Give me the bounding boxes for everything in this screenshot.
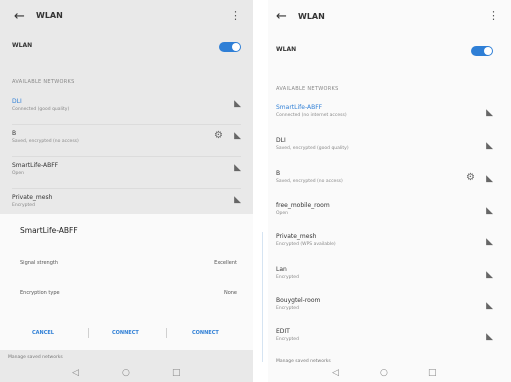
wifi-signal-icon: ◣: [486, 108, 493, 118]
button-separator: [166, 328, 167, 338]
network-name: Lan: [276, 266, 287, 273]
network-status: Open: [12, 171, 25, 176]
section-label: AVAILABLE NETWORKS: [12, 79, 75, 85]
gear-icon[interactable]: ⚙: [466, 172, 475, 183]
nav-home-icon[interactable]: ○: [122, 368, 130, 378]
network-item[interactable]: Bouygtel-room Encrypted ◣: [268, 297, 511, 321]
wifi-signal-icon: ◣: [486, 141, 493, 151]
wifi-signal-icon: ◣: [486, 206, 493, 216]
network-name: Bouygtel-room: [276, 297, 321, 304]
network-status: Encrypted: [12, 203, 35, 208]
network-status: Encrypted: [276, 275, 299, 280]
wifi-signal-icon: ◣: [486, 301, 493, 311]
network-name: SmartLife-ABFF: [12, 162, 59, 169]
signal-strength-label: Signal strength: [20, 260, 59, 266]
nav-back-icon[interactable]: ◁: [332, 368, 339, 378]
network-item[interactable]: EDIT Encrypted ◣: [268, 328, 511, 352]
divider: [12, 124, 241, 125]
network-name: free_mobile_room: [276, 202, 330, 209]
section-label: AVAILABLE NETWORKS: [276, 86, 339, 92]
manage-networks-link[interactable]: Manage saved networks: [8, 355, 63, 360]
network-status: Encrypted: [276, 306, 299, 311]
network-name: EDIT: [276, 328, 290, 335]
network-name: DLI: [276, 137, 286, 144]
wifi-signal-icon: ◣: [234, 99, 241, 109]
signal-strength-value: Excellent: [214, 260, 237, 266]
network-name: DLI: [12, 98, 22, 105]
connect-button[interactable]: CONNECT: [112, 330, 139, 336]
top-bar: ← WLAN ⋮: [0, 0, 253, 36]
wifi-signal-icon: ◣: [486, 332, 493, 342]
left-screen: ← WLAN ⋮ WLAN AVAILABLE NETWORKS DLI Con…: [0, 0, 253, 382]
network-status: Saved, encrypted (no access): [12, 139, 79, 144]
encryption-type-label: Encryption type: [20, 290, 60, 296]
nav-recent-icon[interactable]: □: [428, 368, 437, 378]
divider: [12, 156, 241, 157]
nav-bar: ◁ ○ □: [268, 366, 511, 382]
manage-networks-link[interactable]: Manage saved networks: [276, 359, 331, 364]
button-separator: [88, 328, 89, 338]
network-item[interactable]: Private_mesh Encrypted (WPS available) ◣: [268, 233, 511, 257]
network-name: B: [276, 170, 281, 177]
arrow-left-icon[interactable]: ←: [14, 9, 25, 24]
network-item[interactable]: free_mobile_room Open ◣: [268, 202, 511, 226]
connect-confirm-button[interactable]: CONNECT: [192, 330, 219, 336]
arrow-left-icon[interactable]: ←: [276, 9, 287, 24]
wlan-toggle[interactable]: [219, 42, 241, 52]
dialog-row-encryption: Encryption type None: [20, 290, 237, 296]
top-bar: ← WLAN ⋮: [268, 0, 511, 36]
network-status: Encrypted (WPS available): [276, 242, 336, 247]
network-item[interactable]: B Saved, encrypted (no access) ⚙ ◣: [0, 130, 253, 154]
network-status: Encrypted: [276, 337, 299, 342]
network-item[interactable]: DLI Connected (good quality) ◣: [0, 98, 253, 122]
wlan-toggle-row[interactable]: WLAN: [0, 36, 253, 58]
wifi-signal-icon: ◣: [234, 195, 241, 205]
network-item[interactable]: Private_mesh Encrypted ◣: [0, 194, 253, 214]
gutter-line: [262, 232, 263, 362]
wlan-label: WLAN: [12, 42, 33, 49]
network-name: Private_mesh: [276, 233, 317, 240]
network-name: B: [12, 130, 17, 137]
nav-back-icon[interactable]: ◁: [72, 368, 79, 378]
nav-home-icon[interactable]: ○: [380, 368, 388, 378]
gear-icon[interactable]: ⚙: [214, 130, 223, 141]
network-dialog: SmartLife-ABFF Signal strength Excellent…: [0, 214, 253, 350]
page-title: WLAN: [36, 11, 63, 20]
divider: [12, 188, 241, 189]
page-title: WLAN: [298, 12, 325, 21]
gutter: [253, 0, 268, 382]
network-item[interactable]: Lan Encrypted ◣: [268, 266, 511, 290]
network-name: SmartLife-ABFF: [276, 104, 323, 111]
wlan-toggle[interactable]: [471, 46, 493, 56]
network-item[interactable]: SmartLife-ABFF Connected (no internet ac…: [268, 104, 511, 128]
dialog-title: SmartLife-ABFF: [20, 226, 78, 235]
wlan-label: WLAN: [276, 46, 297, 53]
network-item[interactable]: DLI Saved, encrypted (good quality) ◣: [268, 137, 511, 161]
vertical-dots-icon[interactable]: ⋮: [488, 9, 499, 22]
dialog-row-signal: Signal strength Excellent: [20, 260, 237, 266]
wifi-signal-icon: ◣: [234, 163, 241, 173]
network-status: Open: [276, 211, 289, 216]
network-item[interactable]: SmartLife-ABFF Open ◣: [0, 162, 253, 186]
network-name: Private_mesh: [12, 194, 53, 201]
network-status: Saved, encrypted (good quality): [276, 146, 349, 151]
wifi-signal-icon: ◣: [486, 237, 493, 247]
cancel-button[interactable]: CANCEL: [32, 330, 54, 336]
network-status: Connected (no internet access): [276, 113, 347, 118]
wlan-toggle-row[interactable]: WLAN: [268, 40, 511, 62]
right-screen: ← WLAN ⋮ WLAN AVAILABLE NETWORKS SmartLi…: [268, 0, 511, 382]
wifi-signal-icon: ◣: [486, 270, 493, 280]
encryption-type-value: None: [223, 290, 237, 296]
nav-recent-icon[interactable]: □: [172, 368, 181, 378]
wifi-signal-icon: ◣: [234, 131, 241, 141]
network-status: Connected (good quality): [12, 107, 70, 112]
vertical-dots-icon[interactable]: ⋮: [230, 9, 241, 22]
network-item[interactable]: B Saved, encrypted (no access) ⚙ ◣: [268, 170, 511, 194]
nav-bar: ◁ ○ □: [0, 366, 253, 382]
wifi-signal-icon: ◣: [486, 174, 493, 184]
network-status: Saved, encrypted (no access): [276, 179, 343, 184]
